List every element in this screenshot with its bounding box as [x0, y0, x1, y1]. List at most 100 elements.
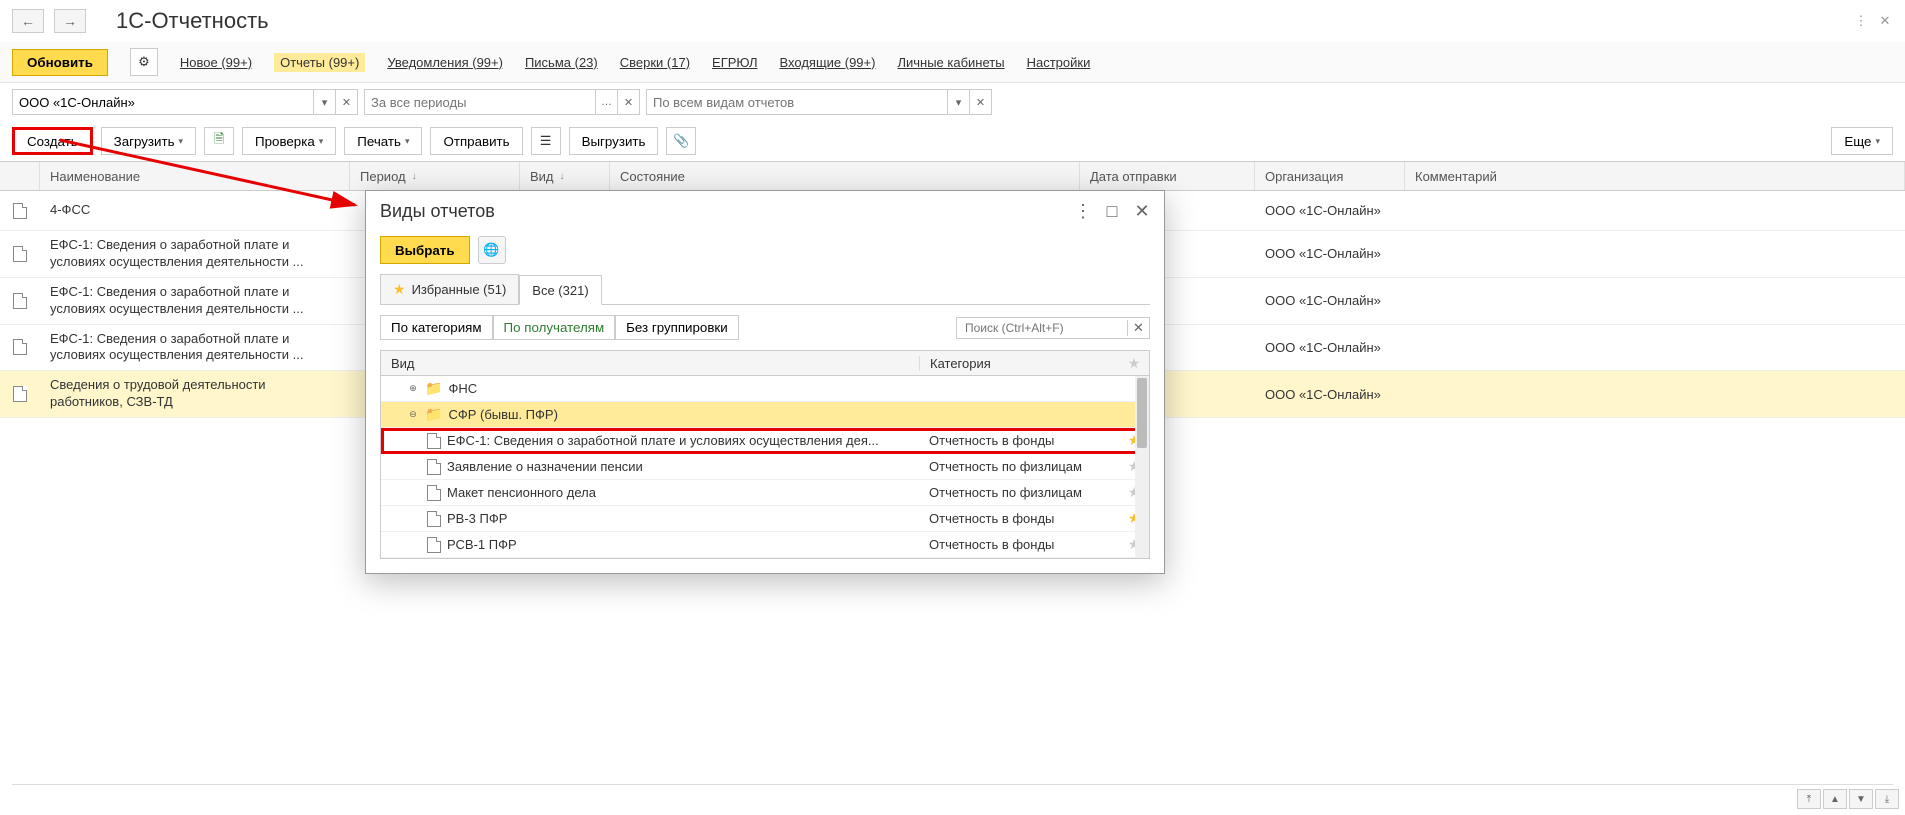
close-icon[interactable]: ✕ — [1877, 13, 1893, 29]
filters-row: ▾ ✕ … ✕ ▾ ✕ — [0, 83, 1905, 121]
cell-org: ООО «1С-Онлайн» — [1255, 340, 1405, 355]
dialog-tree: ⊕📁ФНС⊖📁СФР (бывш. ПФР)ЕФС-1: Сведения о … — [380, 376, 1150, 559]
col-name[interactable]: Наименование — [40, 162, 350, 190]
tree-item[interactable]: Заявление о назначении пенсииОтчетность … — [381, 454, 1149, 480]
tree-folder[interactable]: ⊖📁СФР (бывш. ПФР) — [381, 402, 1149, 428]
globe-button[interactable]: 🌐 — [478, 236, 506, 264]
document-icon — [13, 246, 27, 262]
check-button[interactable]: Проверка▾ — [242, 127, 336, 155]
select-button[interactable]: Выбрать — [380, 236, 470, 264]
group-by-recipient[interactable]: По получателям — [493, 315, 616, 340]
load-label: Загрузить — [114, 134, 175, 149]
org-combo[interactable]: ▾ ✕ — [12, 89, 358, 115]
org-input[interactable] — [13, 90, 313, 114]
reload-file-button[interactable]: 🗎 — [204, 127, 234, 155]
nav-back-button[interactable]: ← — [12, 9, 44, 33]
menu-letters[interactable]: Письма (23) — [525, 55, 598, 70]
group-none[interactable]: Без группировки — [615, 315, 739, 340]
dialog-close-icon[interactable]: ✕ — [1134, 201, 1150, 222]
sort-down-icon: ↓ — [412, 171, 417, 182]
topbar: ← → 1С-Отчетность ⋮ ✕ — [0, 0, 1905, 42]
menu-egrul[interactable]: ЕГРЮЛ — [712, 55, 757, 70]
report-types-dialog: Виды отчетов ⋮ □ ✕ Выбрать 🌐 ★Избранные … — [365, 190, 1165, 574]
col-org[interactable]: Организация — [1255, 162, 1405, 190]
star-icon: ★ — [393, 281, 406, 298]
period-input[interactable] — [365, 90, 595, 114]
scrollbar[interactable] — [1135, 376, 1149, 558]
sort-down-icon: ↓ — [560, 171, 565, 182]
menu-settings[interactable]: Настройки — [1027, 55, 1091, 70]
scroll-bottom-button[interactable]: ⤓ — [1875, 789, 1899, 809]
menu-sverki[interactable]: Сверки (17) — [620, 55, 690, 70]
period-combo[interactable]: … ✕ — [364, 89, 640, 115]
menubar: Обновить ⚙ Новое (99+) Отчеты (99+) Увед… — [0, 42, 1905, 83]
create-button[interactable]: Создать — [12, 127, 93, 155]
gear-button[interactable]: ⚙ — [130, 48, 158, 76]
col-period[interactable]: Период↓ — [350, 162, 520, 190]
list-button[interactable]: ☰ — [531, 127, 561, 155]
tab-favorites[interactable]: ★Избранные (51) — [380, 274, 519, 304]
col-vid[interactable]: Вид↓ — [520, 162, 610, 190]
chevron-down-icon: ▾ — [1875, 136, 1880, 147]
send-button[interactable]: Отправить — [430, 127, 522, 155]
print-button[interactable]: Печать▾ — [344, 127, 422, 155]
dialog-more-icon[interactable]: ⋮ — [1074, 201, 1090, 222]
dialog-col-vid: Вид — [381, 356, 919, 371]
refresh-button[interactable]: Обновить — [12, 49, 108, 76]
expand-icon[interactable]: ⊕ — [407, 383, 419, 395]
group-by-category[interactable]: По категориям — [380, 315, 493, 340]
more-label: Еще — [1844, 134, 1871, 149]
tree-folder[interactable]: ⊕📁ФНС — [381, 376, 1149, 402]
cell-org: ООО «1С-Онлайн» — [1255, 387, 1405, 402]
menu-reports[interactable]: Отчеты (99+) — [274, 53, 365, 72]
list-icon: ☰ — [540, 133, 552, 149]
tree-item[interactable]: РВ-3 ПФРОтчетность в фонды★ — [381, 506, 1149, 532]
load-button[interactable]: Загрузить▾ — [101, 127, 196, 155]
document-icon — [427, 485, 441, 501]
attach-button[interactable]: 📎 — [666, 127, 696, 155]
kebab-icon[interactable]: ⋮ — [1853, 13, 1869, 29]
menu-incoming[interactable]: Входящие (99+) — [780, 55, 876, 70]
vid-drop-icon[interactable]: ▾ — [947, 90, 969, 114]
menu-cabinets[interactable]: Личные кабинеты — [897, 55, 1004, 70]
table-header: Наименование Период↓ Вид↓ Состояние Дата… — [0, 161, 1905, 191]
dialog-maximize-icon[interactable]: □ — [1104, 201, 1120, 222]
cell-name: Сведения о трудовой деятельности работни… — [40, 371, 350, 417]
more-button[interactable]: Еще ▾ — [1831, 127, 1893, 155]
menu-new[interactable]: Новое (99+) — [180, 55, 252, 70]
expand-icon[interactable]: ⊖ — [407, 409, 419, 421]
col-date[interactable]: Дата отправки — [1080, 162, 1255, 190]
vid-combo[interactable]: ▾ ✕ — [646, 89, 992, 115]
scroll-down-button[interactable]: ▼ — [1849, 789, 1873, 809]
cell-org: ООО «1С-Онлайн» — [1255, 203, 1405, 218]
chevron-down-icon: ▾ — [319, 136, 324, 147]
nav-forward-button[interactable]: → — [54, 9, 86, 33]
period-clear-icon[interactable]: ✕ — [617, 90, 639, 114]
scroll-top-button[interactable]: ⤒ — [1797, 789, 1821, 809]
tree-item[interactable]: Макет пенсионного делаОтчетность по физл… — [381, 480, 1149, 506]
scroll-up-button[interactable]: ▲ — [1823, 789, 1847, 809]
menu-notifications[interactable]: Уведомления (99+) — [387, 55, 503, 70]
dialog-search-input[interactable] — [957, 318, 1127, 338]
dialog-search[interactable]: ✕ — [956, 317, 1150, 339]
org-drop-icon[interactable]: ▾ — [313, 90, 335, 114]
document-icon — [13, 203, 27, 219]
star-header-icon: ★ — [1128, 355, 1141, 371]
vid-clear-icon[interactable]: ✕ — [969, 90, 991, 114]
col-comment[interactable]: Комментарий — [1405, 162, 1905, 190]
document-icon — [13, 293, 27, 309]
period-dots-icon[interactable]: … — [595, 90, 617, 114]
cell-org: ООО «1С-Онлайн» — [1255, 246, 1405, 261]
org-clear-icon[interactable]: ✕ — [335, 90, 357, 114]
tree-item[interactable]: ЕФС-1: Сведения о заработной плате и усл… — [381, 428, 1149, 454]
tab-all[interactable]: Все (321) — [519, 275, 601, 305]
search-clear-icon[interactable]: ✕ — [1127, 320, 1149, 336]
export-button[interactable]: Выгрузить — [569, 127, 659, 155]
cell-org: ООО «1С-Онлайн» — [1255, 293, 1405, 308]
gear-icon: ⚙ — [138, 54, 150, 70]
vid-input[interactable] — [647, 90, 947, 114]
tree-item[interactable]: РСВ-1 ПФРОтчетность в фонды★ — [381, 532, 1149, 558]
col-state[interactable]: Состояние — [610, 162, 1080, 190]
chevron-down-icon: ▾ — [405, 136, 410, 147]
document-icon — [427, 511, 441, 527]
